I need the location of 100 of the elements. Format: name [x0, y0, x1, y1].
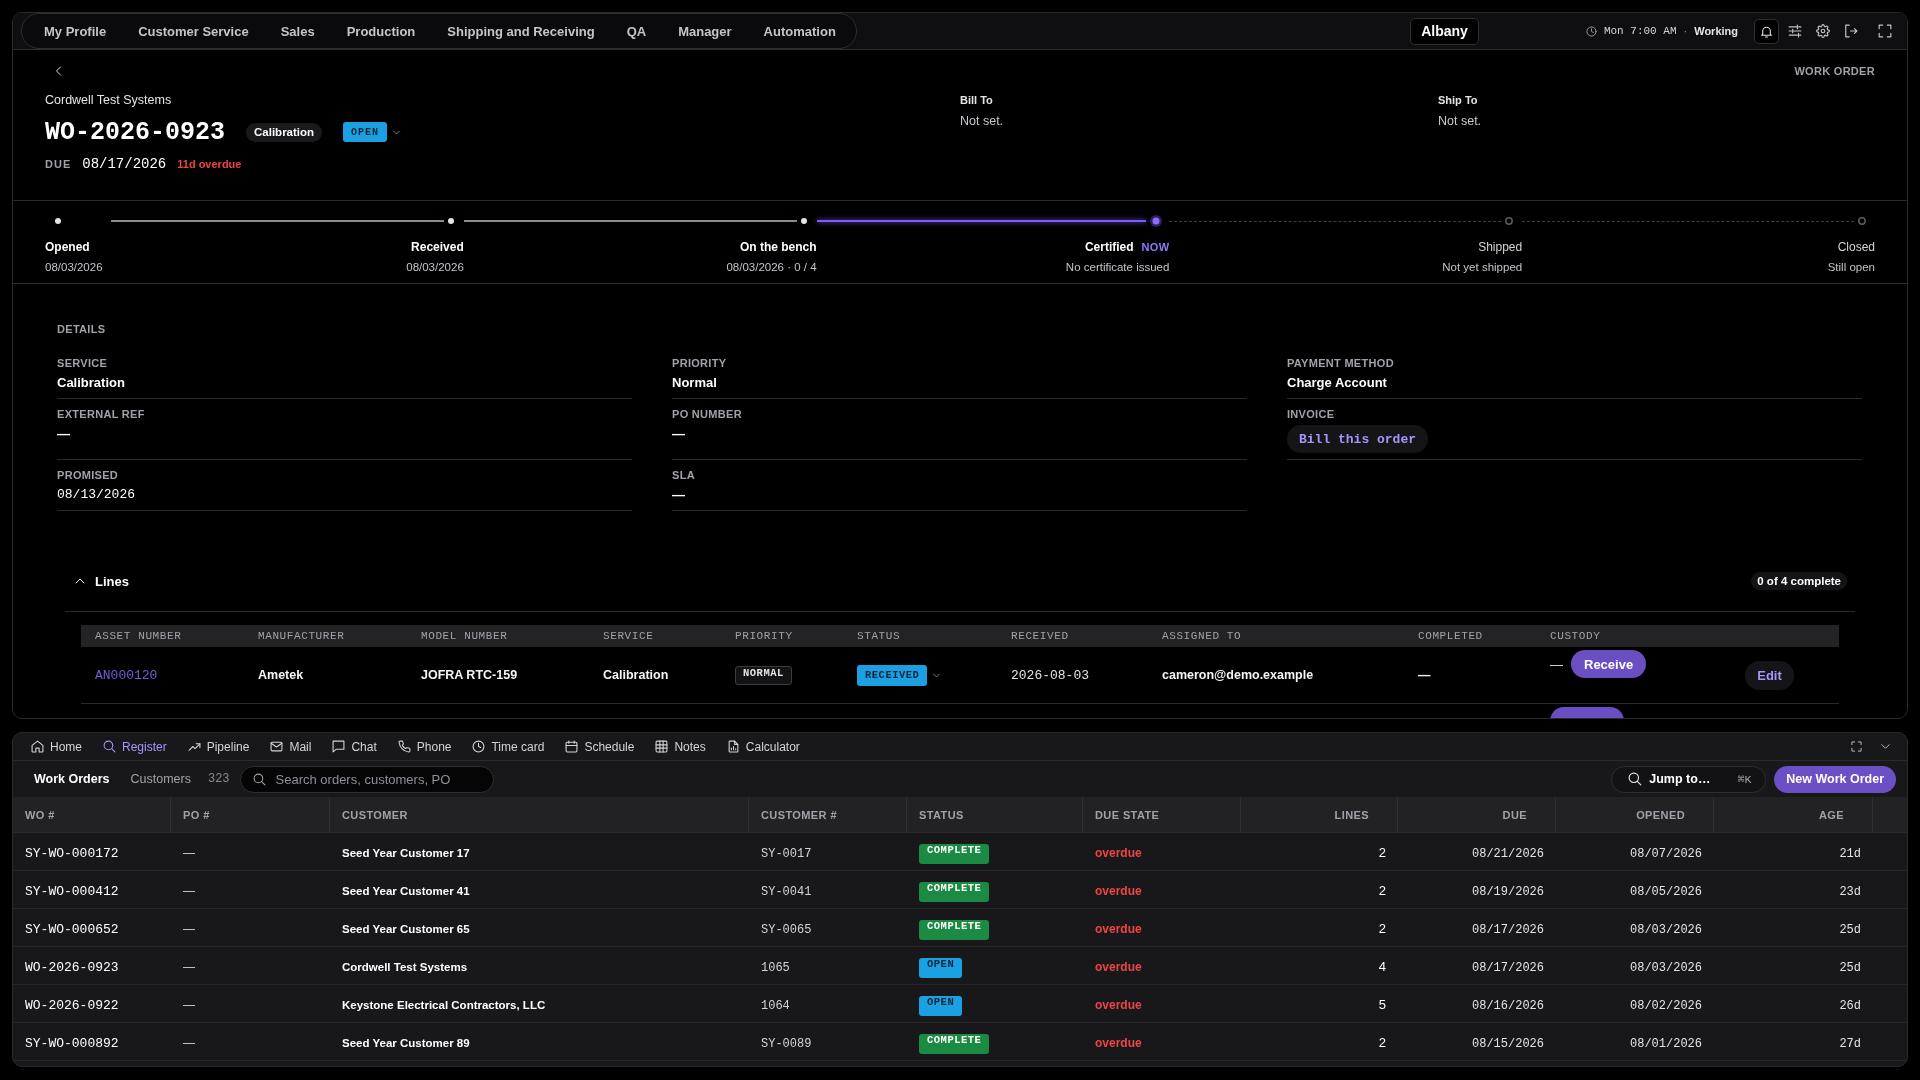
work-order-number: WO-2026-0923 — [45, 117, 226, 147]
nav-tab[interactable]: Manager — [662, 14, 748, 48]
chevron-down-icon[interactable] — [1880, 741, 1891, 752]
step-detail: Still open — [1827, 260, 1875, 275]
toolbar-item[interactable]: Pipeline — [187, 733, 250, 760]
expand-icon[interactable] — [1851, 741, 1862, 752]
step-label: Received — [411, 239, 464, 255]
field-label: PRIORITY — [672, 356, 728, 370]
field-value: Calibration — [57, 374, 126, 392]
table-cell: 2026-08-03 — [1011, 667, 1089, 683]
column-header[interactable]: CUSTOMER # — [761, 808, 837, 821]
due-state-text: overdue — [1095, 883, 1142, 898]
field-value: 08/13/2026 — [57, 486, 136, 504]
column-header[interactable]: PO # — [183, 808, 210, 821]
column-header[interactable]: CUSTOMER — [342, 808, 408, 821]
table-cell: SY-0089 — [761, 1036, 812, 1051]
nav-tab[interactable]: Production — [330, 14, 432, 48]
table-cell: Calibration — [603, 668, 669, 682]
table-cell: Seed Year Customer 65 — [342, 922, 470, 935]
new-work-order-button[interactable]: New Work Order — [1774, 765, 1896, 793]
table-cell: 08/16/2026 — [1472, 998, 1544, 1013]
column-header[interactable]: WO # — [25, 808, 55, 821]
due-state-text: overdue — [1095, 1035, 1142, 1050]
step-label: Shipped — [1478, 239, 1523, 255]
priority-badge: NORMAL — [735, 666, 792, 685]
column-header[interactable]: DUE STATE — [1095, 808, 1160, 821]
field-label: PAYMENT METHOD — [1287, 356, 1395, 370]
table-cell: 2 — [1378, 882, 1386, 898]
nav-tab[interactable]: Automation — [747, 14, 852, 48]
nav-tab[interactable]: Sales — [264, 14, 331, 48]
column-header[interactable]: OPENED — [1636, 808, 1685, 821]
search-icon — [252, 772, 266, 786]
ship-to-label: Ship To — [1438, 93, 1479, 108]
toolbar-item[interactable]: Time card — [472, 733, 545, 760]
location-button[interactable]: Albany — [1410, 17, 1479, 45]
nav-tab[interactable]: QA — [610, 14, 663, 48]
status-badge: COMPLETE — [919, 920, 990, 940]
table-cell: 08/21/2026 — [1472, 846, 1544, 861]
toolbar-item[interactable]: Notes — [655, 733, 706, 760]
column-header[interactable]: LINES — [1334, 808, 1369, 821]
table-cell: 1065 — [761, 960, 790, 975]
trend-line-icon — [187, 740, 201, 753]
bill-order-button[interactable]: Bill this order — [1287, 425, 1429, 453]
table-cell: 08/03/2026 — [1630, 922, 1702, 937]
toolbar-item[interactable]: Calculator — [726, 733, 800, 760]
nav-tab[interactable]: My Profile — [28, 14, 123, 48]
document-chart-icon — [726, 740, 740, 753]
nav-tab[interactable]: Shipping and Receiving — [431, 14, 611, 48]
table-cell: 08/02/2026 — [1630, 998, 1702, 1013]
expand-icon[interactable] — [1878, 24, 1892, 38]
search-field[interactable]: Search orders, customers, PO — [239, 765, 494, 793]
toolbar-item[interactable]: Schedule — [565, 733, 635, 760]
receive-button[interactable]: Receive — [1571, 650, 1647, 678]
column-header[interactable]: STATUS — [919, 808, 964, 821]
table-cell: 08/05/2026 — [1630, 884, 1702, 899]
table-cell: SY-WO-000172 — [25, 845, 119, 861]
toolbar-item[interactable]: Mail — [270, 733, 312, 760]
toolbar-item[interactable]: Phone — [397, 733, 452, 760]
bill-to-value: Not set. — [960, 113, 1005, 130]
column-header: PRIORITY — [734, 630, 794, 642]
notifications-button[interactable] — [1754, 18, 1779, 44]
table-cell: 2 — [1378, 920, 1386, 936]
sliders-icon[interactable] — [1788, 24, 1802, 38]
toolbar-item[interactable]: Register — [103, 733, 167, 760]
toolbar-item[interactable]: Chat — [332, 733, 377, 760]
field-label: EXTERNAL REF — [57, 407, 146, 421]
table-cell: — — [1418, 668, 1431, 682]
status-badge[interactable]: OPEN — [343, 122, 388, 142]
list-tab[interactable]: Customers — [130, 772, 191, 786]
table-cell: Keystone Electrical Contractors, LLC — [342, 998, 546, 1011]
result-count: 323 — [207, 772, 230, 786]
column-header[interactable]: AGE — [1818, 808, 1844, 821]
toolbar-item[interactable]: Home — [31, 733, 82, 760]
field-label: PROMISED — [57, 468, 120, 482]
table-cell: 25d — [1839, 922, 1861, 937]
nav-tab[interactable]: Customer Service — [122, 14, 265, 48]
table-cell: 08/07/2026 — [1630, 846, 1702, 861]
table-cell: 08/19/2026 — [1472, 884, 1544, 899]
table-cell: JOFRA RTC-159 — [421, 668, 518, 682]
ship-to-value: Not set. — [1438, 113, 1483, 130]
table-cell: WO-2026-0923 — [25, 959, 119, 975]
logout-icon[interactable] — [1844, 24, 1858, 38]
due-date: 08/17/2026 — [82, 155, 167, 172]
settings-icon[interactable] — [1816, 24, 1830, 38]
table-cell: SY-WO-000652 — [25, 921, 119, 937]
edit-button[interactable]: Edit — [1745, 660, 1794, 690]
table-cell: Seed Year Customer 17 — [342, 846, 470, 859]
asset-number-link[interactable]: AN000120 — [95, 667, 158, 683]
due-state-text: overdue — [1095, 997, 1142, 1012]
table-cell: 2 — [1378, 1034, 1386, 1050]
field-label: SLA — [672, 468, 696, 482]
status-badge[interactable]: RECEIVED — [857, 664, 928, 686]
step-label: Closed — [1837, 239, 1875, 255]
table-cell: — — [183, 997, 195, 1012]
lines-toggle[interactable]: Lines — [74, 566, 129, 596]
column-header[interactable]: DUE — [1502, 808, 1527, 821]
list-tab[interactable]: Work Orders — [34, 772, 110, 786]
jump-to-button[interactable]: Jump to… ⌘K — [1611, 765, 1767, 793]
home-icon — [31, 740, 44, 753]
table-cell: Cordwell Test Systems — [342, 960, 468, 973]
